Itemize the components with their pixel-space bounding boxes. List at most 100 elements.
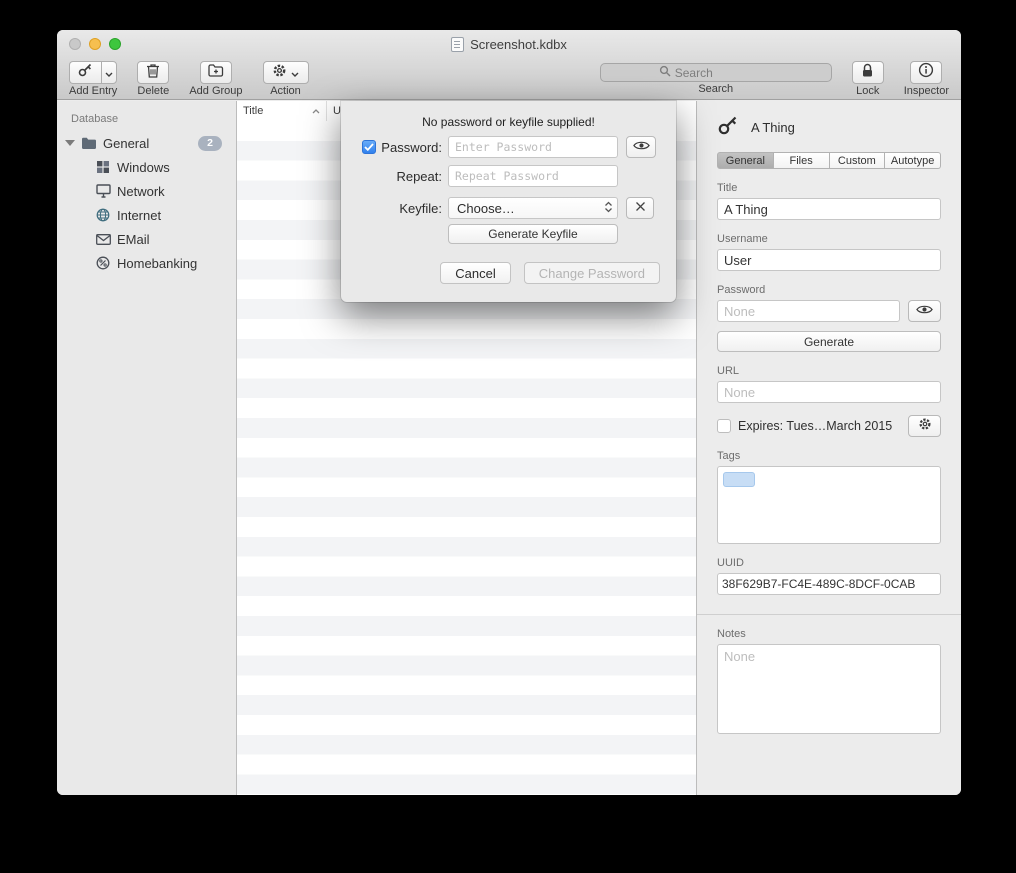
tags-field[interactable] <box>717 466 941 544</box>
folder-plus-icon <box>208 64 224 82</box>
add-entry-item: Add Entry <box>69 61 117 97</box>
generate-password-button[interactable]: Generate <box>717 331 941 352</box>
inspector-tabs: General Files Custom Autotype <box>717 152 941 169</box>
action-button[interactable] <box>263 61 309 84</box>
uuid-field-label: UUID <box>717 557 941 569</box>
zoom-button[interactable] <box>109 38 121 50</box>
sidebar-item-label: Windows <box>117 160 170 175</box>
add-entry-button[interactable] <box>69 61 101 84</box>
toolbar: Add Entry Delete Add Group <box>57 58 961 100</box>
chevron-down-icon <box>105 64 113 82</box>
tab-files[interactable]: Files <box>774 152 830 169</box>
column-header-title[interactable]: Title <box>237 101 327 121</box>
trash-icon <box>146 63 160 83</box>
sidebar-item-windows[interactable]: Windows <box>57 155 236 179</box>
window-grid-icon <box>95 160 111 174</box>
tab-autotype[interactable]: Autotype <box>885 152 941 169</box>
close-button[interactable] <box>69 38 81 50</box>
expires-settings-button[interactable] <box>908 415 941 437</box>
sidebar-item-homebanking[interactable]: Homebanking <box>57 251 236 275</box>
add-group-button[interactable] <box>200 61 232 84</box>
globe-icon <box>95 208 111 222</box>
keyfile-popup[interactable]: Choose… <box>448 197 618 219</box>
delete-item: Delete <box>137 61 169 97</box>
sidebar-item-label: EMail <box>117 232 150 247</box>
sheet-buttons: Cancel Change Password <box>357 262 660 284</box>
inspector-divider <box>697 614 961 615</box>
expires-row: Expires: Tues…March 2015 <box>717 415 941 437</box>
search-input[interactable] <box>671 66 834 80</box>
sheet-message: No password or keyfile supplied! <box>357 115 660 129</box>
lock-label: Lock <box>856 85 879 97</box>
disclosure-triangle-icon[interactable] <box>65 140 75 146</box>
password-checkbox[interactable] <box>362 140 376 154</box>
generate-keyfile-button[interactable]: Generate Keyfile <box>448 224 618 244</box>
sidebar-item-label: Internet <box>117 208 161 223</box>
entry-title: A Thing <box>751 120 795 135</box>
titlebar[interactable]: Screenshot.kdbx <box>57 30 961 58</box>
sidebar-section-header: Database <box>57 111 236 131</box>
url-field[interactable] <box>717 381 941 403</box>
uuid-field[interactable] <box>717 573 941 595</box>
monitor-icon <box>95 184 111 198</box>
search-icon <box>601 64 671 82</box>
add-entry-icon <box>77 62 94 83</box>
traffic-lights <box>69 38 121 50</box>
sidebar-item-internet[interactable]: Internet <box>57 203 236 227</box>
notes-field[interactable] <box>717 644 941 734</box>
entry-header: A Thing <box>717 101 941 140</box>
lock-icon <box>861 63 874 83</box>
sidebar-item-label: Homebanking <box>117 256 197 271</box>
folder-icon <box>81 137 97 150</box>
tab-general[interactable]: General <box>717 152 774 169</box>
password-label: Password: <box>381 140 442 155</box>
expires-checkbox[interactable] <box>717 419 731 433</box>
search-label: Search <box>698 83 733 95</box>
repeat-row: Repeat: <box>357 165 660 187</box>
delete-label: Delete <box>137 85 169 97</box>
title-field[interactable] <box>717 198 941 220</box>
sidebar-item-general[interactable]: General 2 <box>57 131 236 155</box>
lock-button[interactable] <box>852 61 884 84</box>
keyfile-label: Keyfile: <box>399 201 442 216</box>
delete-button[interactable] <box>137 61 169 84</box>
inspector-button[interactable] <box>910 61 942 84</box>
info-icon <box>918 62 934 83</box>
change-password-button[interactable]: Change Password <box>524 262 660 284</box>
search-field[interactable] <box>600 63 832 82</box>
clear-keyfile-button[interactable] <box>626 197 654 219</box>
reveal-password-button[interactable] <box>626 136 656 158</box>
tag-chip[interactable] <box>723 472 755 487</box>
minimize-button[interactable] <box>89 38 101 50</box>
sidebar-item-network[interactable]: Network <box>57 179 236 203</box>
title-field-label: Title <box>717 182 941 194</box>
inspector-label: Inspector <box>904 85 949 97</box>
search-item: Search <box>600 61 832 95</box>
up-down-chevrons-icon <box>604 201 613 216</box>
eye-icon <box>916 302 933 320</box>
tab-custom[interactable]: Custom <box>830 152 886 169</box>
cancel-button[interactable]: Cancel <box>440 262 510 284</box>
chevron-down-icon <box>291 64 299 82</box>
reveal-password-button[interactable] <box>908 300 941 322</box>
password-field[interactable] <box>717 300 900 322</box>
expires-label: Expires: Tues…March 2015 <box>738 419 901 433</box>
username-field-label: Username <box>717 233 941 245</box>
inspector-panel: A Thing General Files Custom Autotype Ti… <box>696 101 961 795</box>
enter-password-input[interactable] <box>448 136 618 158</box>
sidebar-item-email[interactable]: EMail <box>57 227 236 251</box>
username-field[interactable] <box>717 249 941 271</box>
key-icon <box>717 114 739 141</box>
add-group-label: Add Group <box>189 85 242 97</box>
action-item: Action <box>263 61 309 97</box>
change-password-sheet: No password or keyfile supplied! Passwor… <box>341 101 676 302</box>
x-icon <box>635 199 646 217</box>
repeat-password-input[interactable] <box>448 165 618 187</box>
inspector-item: Inspector <box>904 61 949 97</box>
password-field-label: Password <box>717 284 941 296</box>
sort-ascending-icon <box>312 105 320 117</box>
desktop: Screenshot.kdbx Ad <box>0 0 1016 873</box>
add-entry-dropdown-button[interactable] <box>101 61 117 84</box>
add-entry-label: Add Entry <box>69 85 117 97</box>
eye-icon <box>633 138 650 156</box>
